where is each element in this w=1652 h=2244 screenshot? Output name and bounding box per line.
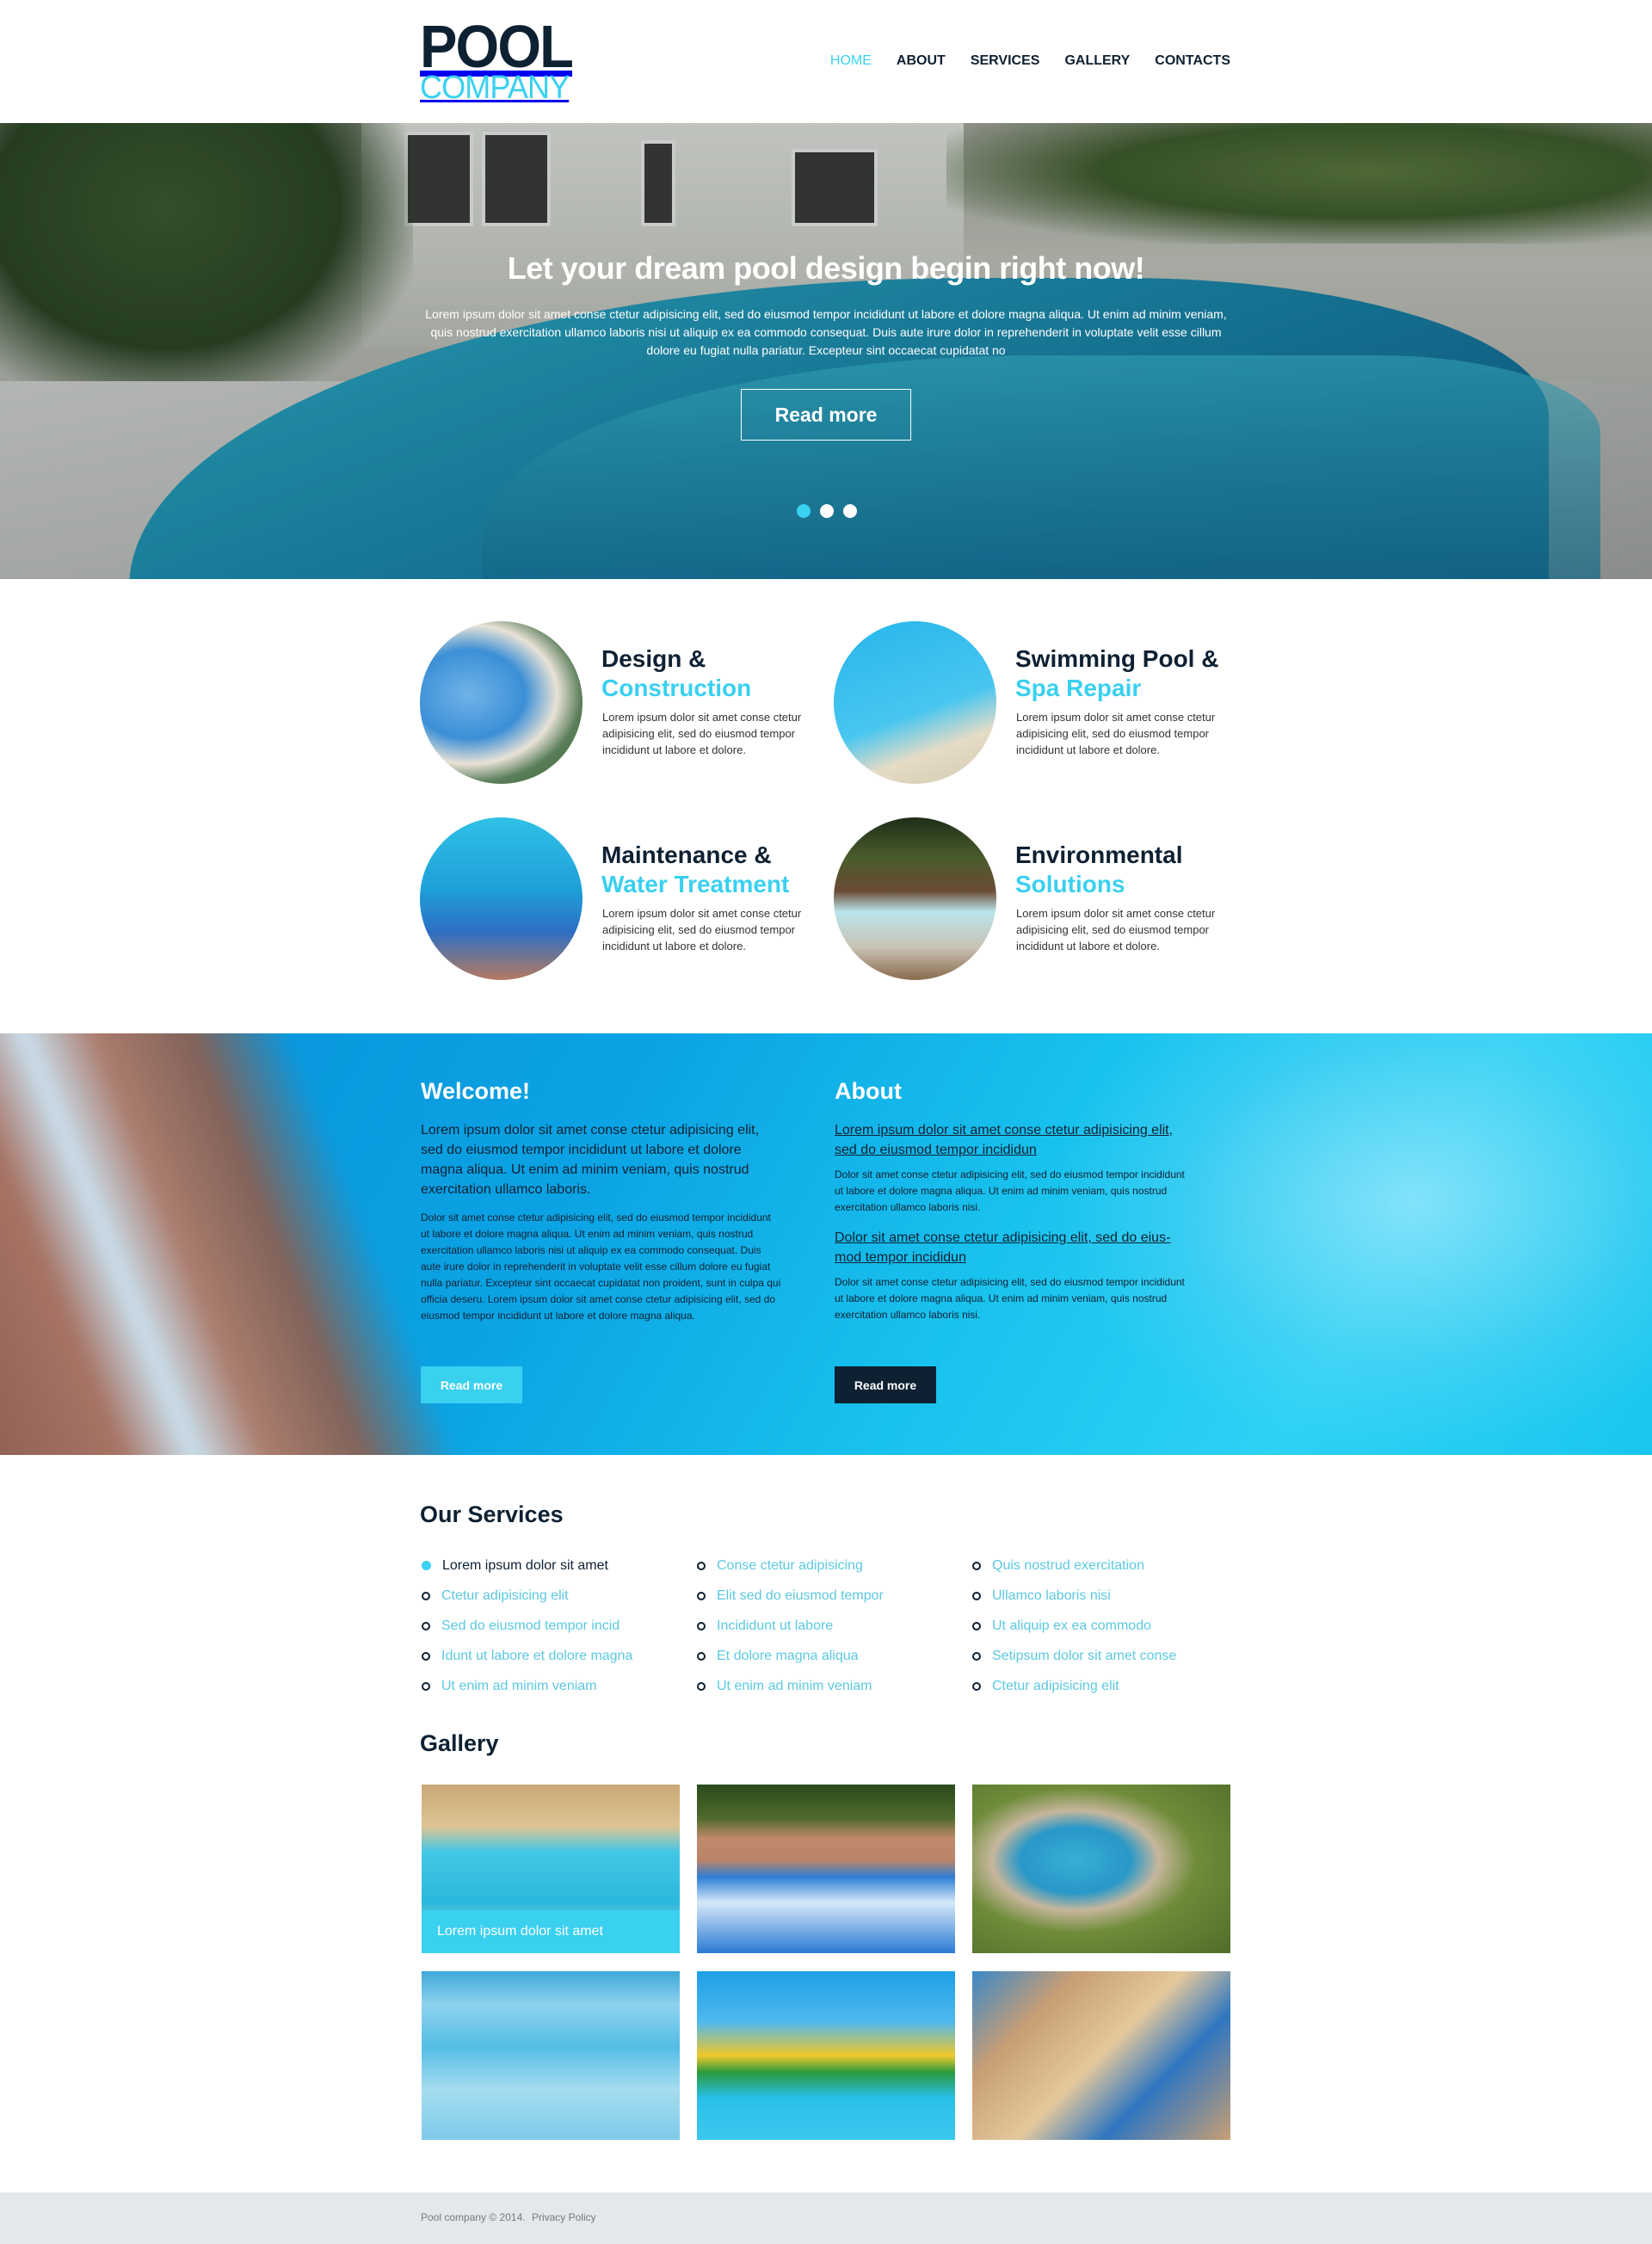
slider-pagination [797, 504, 857, 518]
welcome-title: Welcome! [421, 1078, 531, 1104]
service-item[interactable]: Et dolore magna aliqua [697, 1641, 884, 1671]
service-item[interactable]: Quis nostrud exercitation [972, 1550, 1176, 1581]
feature-title: Environmental Solutions [1015, 842, 1183, 897]
service-item[interactable]: Lorem ipsum dolor sit amet [422, 1550, 632, 1581]
feature-image [834, 817, 996, 980]
bullet-icon [972, 1591, 981, 1600]
logo[interactable]: POOL COMPANY [420, 13, 583, 106]
site-header: POOL COMPANY HOME ABOUT SERVICES GALLERY… [0, 0, 1652, 123]
slider-dot-3[interactable] [843, 504, 857, 518]
about-column: About Lorem ipsum dolor sit amet conse c… [835, 1078, 1196, 1323]
welcome-about-section: Welcome! Lorem ipsum dolor sit amet cons… [0, 1033, 1652, 1455]
feature-image [420, 817, 583, 980]
hero-read-more-button[interactable]: Read more [741, 389, 911, 441]
feature-image [834, 621, 996, 784]
about-title: About [835, 1078, 902, 1104]
service-item[interactable]: Ut aliquip ex ea commodo [972, 1611, 1176, 1641]
feature-environmental: Environmental Solutions Lorem ipsum dolo… [834, 817, 1247, 981]
services-column-1: Lorem ipsum dolor sit amet Ctetur adipis… [422, 1550, 632, 1701]
bullet-icon [422, 1651, 430, 1661]
gallery-caption: Lorem ipsum dolor sit amet [422, 1910, 680, 1953]
logo-bottom: COMPANY [420, 70, 570, 106]
welcome-lead: Lorem ipsum dolor sit amet conse ctetur … [421, 1123, 760, 1197]
bullet-icon [697, 1561, 706, 1570]
slider-dot-1[interactable] [797, 504, 811, 518]
logo-top: POOL [420, 13, 574, 80]
bullet-icon [422, 1561, 431, 1570]
bullet-icon [422, 1621, 430, 1631]
nav-home[interactable]: HOME [830, 53, 872, 69]
feature-pool-spa-repair: Swimming Pool & Spa Repair Lorem ipsum d… [834, 621, 1247, 785]
privacy-policy-link[interactable]: Privacy Policy [532, 2211, 596, 2223]
band-background-image [0, 1033, 484, 1455]
about-body-2: Dolor sit amet conse ctetur adipisicing … [835, 1276, 1185, 1321]
feature-image [420, 621, 583, 784]
service-item[interactable]: Conse ctetur adipisicing [697, 1550, 884, 1581]
service-item[interactable]: Idunt ut labore et dolore magna [422, 1641, 632, 1671]
nav-about[interactable]: ABOUT [897, 53, 946, 69]
service-item[interactable]: Ut enim ad minim veniam [697, 1671, 884, 1701]
about-link-1[interactable]: Lorem ipsum dolor sit amet conse ctetur … [835, 1120, 1196, 1160]
feature-maintenance-water: Maintenance & Water Treatment Lorem ipsu… [420, 817, 833, 981]
feature-title: Design & Construction [601, 645, 752, 701]
nav-contacts[interactable]: CONTACTS [1155, 53, 1230, 69]
about-read-more-button[interactable]: Read more [835, 1366, 936, 1403]
bullet-icon [422, 1591, 430, 1600]
gallery-item-tiled-indoor-pool[interactable] [422, 1971, 680, 2140]
feature-description: Lorem ipsum dolor sit amet conse ctetur … [1016, 711, 1216, 756]
services-title: Our Services [420, 1501, 564, 1527]
gallery-item-pool-with-loungers[interactable] [697, 1785, 955, 1953]
bullet-icon [972, 1651, 981, 1661]
feature-description: Lorem ipsum dolor sit amet conse ctetur … [602, 711, 802, 756]
service-item[interactable]: Setipsum dolor sit amet conse [972, 1641, 1176, 1671]
site-footer: Pool company © 2014. Privacy Policy [0, 2192, 1652, 2244]
feature-description: Lorem ipsum dolor sit amet conse ctetur … [1016, 907, 1216, 952]
feature-title: Maintenance & Water Treatment [601, 842, 790, 897]
service-item[interactable]: Incididunt ut labore [697, 1611, 884, 1641]
bullet-icon [697, 1621, 706, 1631]
about-body-1: Dolor sit amet conse ctetur adipisicing … [835, 1168, 1185, 1213]
slider-dot-2[interactable] [820, 504, 834, 518]
feature-title: Swimming Pool & Spa Repair [1015, 645, 1219, 701]
gallery-item-hotel-pool[interactable] [972, 1971, 1230, 2140]
footer-copyright: Pool company © 2014. [421, 2211, 526, 2223]
service-item[interactable]: Elit sed do eiusmod tempor [697, 1581, 884, 1611]
hero-slider: Let your dream pool design begin right n… [0, 123, 1652, 579]
gallery-item-indoor-pool[interactable]: Lorem ipsum dolor sit amet [422, 1785, 680, 1953]
feature-description: Lorem ipsum dolor sit amet conse ctetur … [602, 907, 802, 952]
welcome-column: Welcome! Lorem ipsum dolor sit amet cons… [421, 1078, 782, 1324]
bullet-icon [697, 1651, 706, 1661]
nav-gallery[interactable]: GALLERY [1064, 53, 1130, 69]
service-item[interactable]: Ut enim ad minim veniam [422, 1671, 632, 1701]
welcome-read-more-button[interactable]: Read more [421, 1366, 522, 1403]
service-item[interactable]: Sed do eiusmod tempor incid [422, 1611, 632, 1641]
service-item[interactable]: Ctetur adipisicing elit [422, 1581, 632, 1611]
gallery-title: Gallery [420, 1730, 499, 1756]
nav-services[interactable]: SERVICES [971, 53, 1040, 69]
bullet-icon [972, 1681, 981, 1691]
service-item[interactable]: Ullamco laboris nisi [972, 1581, 1176, 1611]
bullet-icon [972, 1621, 981, 1631]
feature-design-construction: Design & Construction Lorem ipsum dolor … [420, 621, 833, 785]
services-column-3: Quis nostrud exercitation Ullamco labori… [972, 1550, 1176, 1701]
bullet-icon [697, 1681, 706, 1691]
bullet-icon [972, 1561, 981, 1570]
bullet-icon [697, 1591, 706, 1600]
service-item[interactable]: Ctetur adipisicing elit [972, 1671, 1176, 1701]
gallery-item-water-park-slides[interactable] [697, 1971, 955, 2140]
services-column-2: Conse ctetur adipisicing Elit sed do eiu… [697, 1550, 884, 1701]
main-nav: HOME ABOUT SERVICES GALLERY CONTACTS [830, 53, 1230, 69]
welcome-body: Dolor sit amet conse ctetur adipisicing … [421, 1211, 781, 1322]
about-link-2[interactable]: Dolor sit amet conse ctetur adipisicing … [835, 1228, 1196, 1267]
hero-text: Lorem ipsum dolor sit amet conse ctetur … [425, 307, 1227, 357]
gallery-item-garden-pool-aerial[interactable] [972, 1785, 1230, 1953]
bullet-icon [422, 1681, 430, 1691]
hero-title: Let your dream pool design begin right n… [507, 250, 1145, 286]
